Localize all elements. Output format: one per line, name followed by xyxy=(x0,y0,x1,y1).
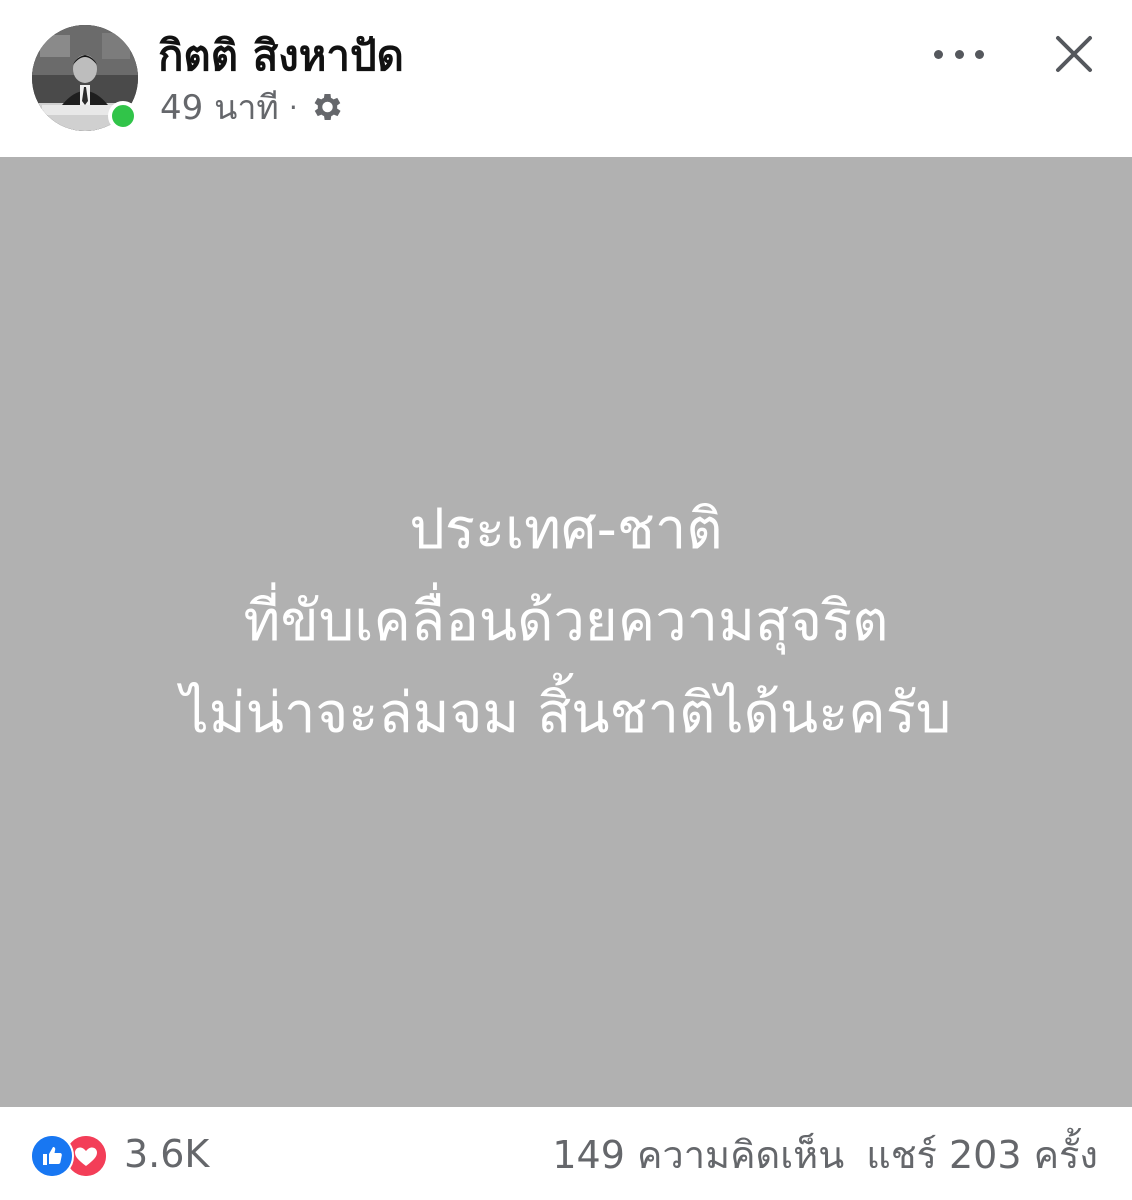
author-name[interactable]: กิตติ สิงหาปัด xyxy=(158,28,404,84)
reaction-count: 3.6K xyxy=(124,1132,210,1176)
post-footer: 3.6K 149 ความคิดเห็น แชร์ 203 ครั้ง xyxy=(0,1107,1132,1200)
more-horizontal-icon xyxy=(975,49,984,59)
reactions-summary[interactable]: 3.6K xyxy=(30,1129,209,1179)
gear-icon xyxy=(314,93,341,121)
meta-separator: · xyxy=(288,90,298,124)
post-image[interactable]: ประเทศ-ชาติ ที่ขับเคลื่อนด้วยความสุจริต … xyxy=(0,157,1132,1107)
more-options-button[interactable] xyxy=(934,36,984,72)
more-horizontal-icon xyxy=(934,49,943,59)
post-meta: 49 นาที · xyxy=(160,86,344,128)
post-header: กิตติ สิงหาปัด 49 นาที · xyxy=(0,0,1132,157)
post-stats: 149 ความคิดเห็น แชร์ 203 ครั้ง xyxy=(552,1129,1098,1179)
close-icon[interactable] xyxy=(1050,30,1098,78)
online-status-dot xyxy=(108,101,138,131)
post-viewer: กิตติ สิงหาปัด 49 นาที · ประเทศ-ชาติ ที่… xyxy=(0,0,1132,1200)
post-text-line: ที่ขับเคลื่อนด้วยความสุจริต xyxy=(243,589,889,654)
reaction-icons xyxy=(30,1132,108,1178)
post-text-line: ประเทศ-ชาติ xyxy=(409,497,723,562)
like-icon xyxy=(30,1134,74,1178)
post-timestamp[interactable]: 49 นาที xyxy=(160,80,279,134)
author-avatar[interactable] xyxy=(32,25,138,131)
comments-count[interactable]: 149 ความคิดเห็น xyxy=(552,1124,844,1185)
post-text: ประเทศ-ชาติ ที่ขับเคลื่อนด้วยความสุจริต … xyxy=(66,484,1066,760)
more-horizontal-icon xyxy=(954,49,964,59)
shares-count[interactable]: แชร์ 203 ครั้ง xyxy=(866,1124,1098,1185)
post-text-line: ไม่น่าจะล่มจม สิ้นชาติได้นะครับ xyxy=(180,681,952,746)
